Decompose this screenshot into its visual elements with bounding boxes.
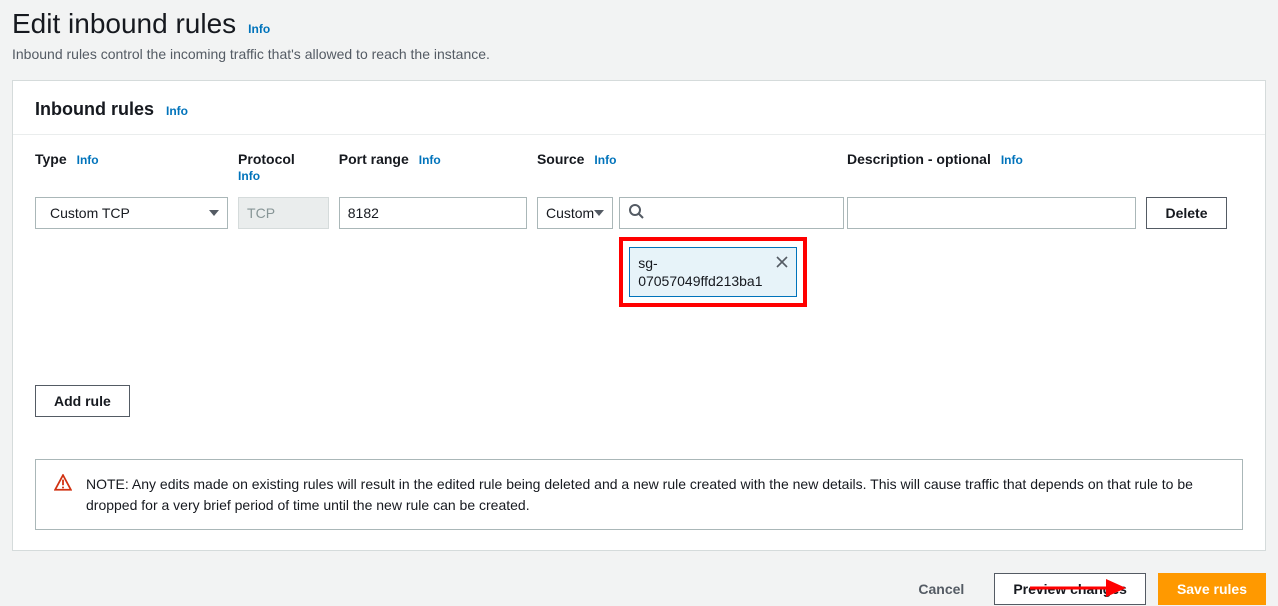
highlight-annotation: sg-07057049ffd213ba1 xyxy=(619,237,807,307)
column-header-blank xyxy=(1146,151,1243,183)
source-search-field[interactable] xyxy=(650,204,835,222)
description-input[interactable] xyxy=(847,197,1137,229)
column-header-source: Source Info xyxy=(537,151,837,183)
column-header-description: Description - optional Info xyxy=(847,151,1137,183)
page-title: Edit inbound rules Info xyxy=(12,8,1266,40)
source-type-value: Custom xyxy=(546,205,594,221)
port-info-link[interactable]: Info xyxy=(419,153,441,167)
warning-icon xyxy=(54,474,72,515)
type-info-link[interactable]: Info xyxy=(77,153,99,167)
panel-info-link[interactable]: Info xyxy=(166,104,188,118)
close-icon[interactable] xyxy=(774,254,790,270)
port-value: 8182 xyxy=(348,205,379,221)
panel-header: Inbound rules Info xyxy=(13,81,1265,135)
cancel-button[interactable]: Cancel xyxy=(900,573,982,605)
page-title-info-link[interactable]: Info xyxy=(248,22,270,36)
page-title-text: Edit inbound rules xyxy=(12,8,236,40)
column-header-port: Port range Info xyxy=(339,151,527,183)
footer-actions: Cancel Preview changes Save rules xyxy=(0,551,1278,605)
protocol-value: TCP xyxy=(247,205,275,221)
type-select[interactable]: Custom TCP xyxy=(35,197,228,229)
save-rules-button[interactable]: Save rules xyxy=(1158,573,1266,605)
source-type-select[interactable]: Custom xyxy=(537,197,613,229)
column-header-protocol: Protocol Info xyxy=(238,151,329,183)
source-info-link[interactable]: Info xyxy=(594,153,616,167)
panel-title: Inbound rules xyxy=(35,99,154,120)
type-select-value: Custom TCP xyxy=(50,205,130,221)
port-input[interactable]: 8182 xyxy=(339,197,527,229)
protocol-field: TCP xyxy=(238,197,329,229)
column-header-type: Type Info xyxy=(35,151,228,183)
description-info-link[interactable]: Info xyxy=(1001,153,1023,167)
add-rule-button[interactable]: Add rule xyxy=(35,385,130,417)
source-token: sg-07057049ffd213ba1 xyxy=(629,247,797,297)
note-box: NOTE: Any edits made on existing rules w… xyxy=(35,459,1243,530)
search-icon xyxy=(628,203,644,224)
note-text: NOTE: Any edits made on existing rules w… xyxy=(86,474,1224,515)
chevron-down-icon xyxy=(594,210,604,216)
page-subtitle: Inbound rules control the incoming traff… xyxy=(12,46,1266,62)
delete-button[interactable]: Delete xyxy=(1146,197,1226,229)
chevron-down-icon xyxy=(209,210,219,216)
source-token-value: sg-07057049ffd213ba1 xyxy=(638,255,762,289)
inbound-rules-panel: Inbound rules Info Type Info Custom TCP … xyxy=(12,80,1266,551)
preview-changes-button[interactable]: Preview changes xyxy=(994,573,1146,605)
protocol-info-link[interactable]: Info xyxy=(238,169,260,183)
source-search-input[interactable] xyxy=(619,197,844,229)
